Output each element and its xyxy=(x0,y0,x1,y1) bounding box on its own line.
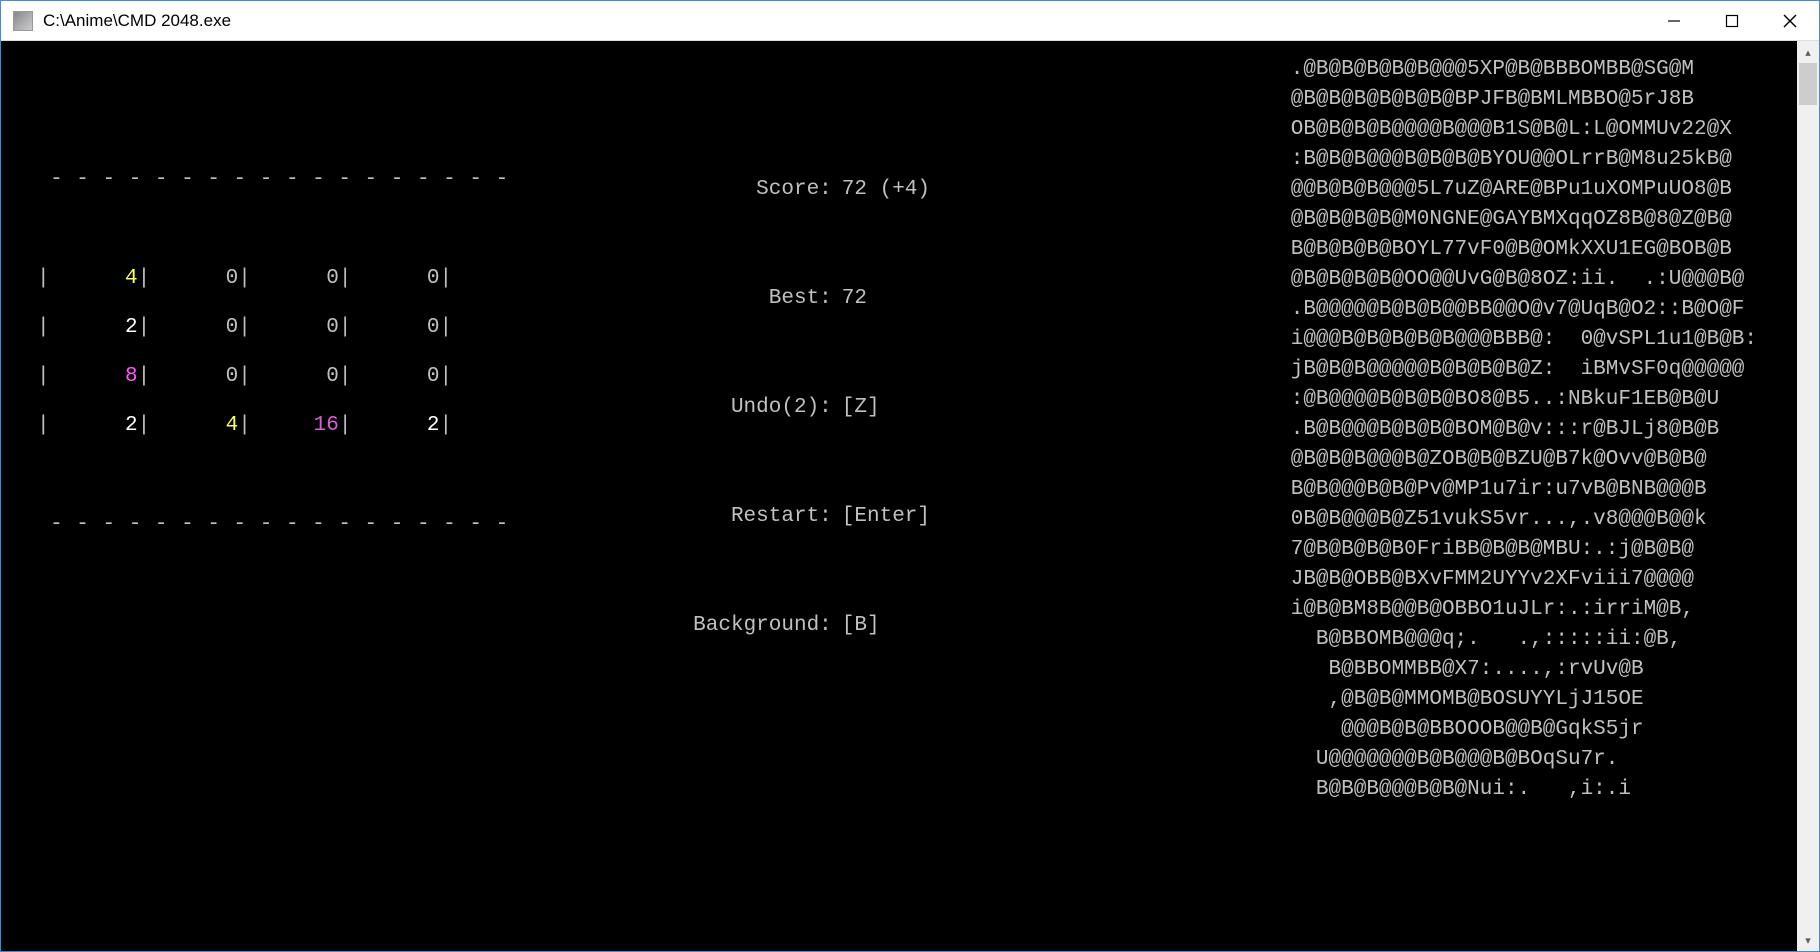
board-row: |4|0|0|0| xyxy=(37,264,522,294)
restart-label: Restart: xyxy=(672,502,832,532)
tile-0: 0 xyxy=(150,264,238,294)
tile-0: 0 xyxy=(251,264,339,294)
scroll-thumb[interactable] xyxy=(1799,63,1817,105)
app-window: C:\Anime\CMD 2048.exe - - - - - - - - - … xyxy=(0,0,1820,952)
undo-line: Undo(2): [Z] xyxy=(672,393,930,423)
tile-0: 0 xyxy=(351,362,439,392)
best-value: 72 xyxy=(842,284,867,314)
tile-4: 4 xyxy=(50,264,138,294)
board-separator: - - - - - - - - - - - - - - - - - - xyxy=(37,510,522,540)
tile-4: 4 xyxy=(150,411,238,441)
scroll-up-arrow[interactable]: ▴ xyxy=(1797,41,1819,63)
tile-8: 8 xyxy=(50,362,138,392)
restart-line: Restart: [Enter] xyxy=(672,502,930,532)
scroll-down-arrow[interactable]: ▾ xyxy=(1797,929,1819,951)
tile-0: 0 xyxy=(351,264,439,294)
board-row: |8|0|0|0| xyxy=(37,362,522,392)
tile-0: 0 xyxy=(150,313,238,343)
undo-key: [Z] xyxy=(842,393,880,423)
tile-2: 2 xyxy=(50,313,138,343)
tile-2: 2 xyxy=(351,411,439,441)
board-separator: - - - - - - - - - - - - - - - - - - xyxy=(37,165,522,195)
info-panel: Score: 72 (+4) Best: 72 Undo(2): [Z] Res… xyxy=(672,115,930,720)
window-title: C:\Anime\CMD 2048.exe xyxy=(43,11,1645,31)
minimize-button[interactable] xyxy=(1645,1,1703,40)
tile-0: 0 xyxy=(251,362,339,392)
tile-0: 0 xyxy=(150,362,238,392)
background-line: Background: [B] xyxy=(672,611,930,641)
score-label: Score: xyxy=(672,175,832,205)
board-row: |2|4|16|2| xyxy=(37,411,522,441)
titlebar: C:\Anime\CMD 2048.exe xyxy=(1,1,1819,41)
best-label: Best: xyxy=(672,284,832,314)
app-icon xyxy=(13,11,33,31)
vertical-scrollbar[interactable]: ▴ ▾ xyxy=(1797,41,1819,951)
best-line: Best: 72 xyxy=(672,284,930,314)
background-label: Background: xyxy=(672,611,832,641)
ascii-art: .@B@B@B@B@B@@@5XP@B@BBBOMBB@SG@M @B@B@B@… xyxy=(1291,55,1757,805)
tile-2: 2 xyxy=(50,411,138,441)
undo-label: Undo(2): xyxy=(672,393,832,423)
window-controls xyxy=(1645,1,1819,40)
board-row: |2|0|0|0| xyxy=(37,313,522,343)
score-value: 72 (+4) xyxy=(842,175,930,205)
game-board: - - - - - - - - - - - - - - - - - - |4|0… xyxy=(37,115,522,720)
restart-key: [Enter] xyxy=(842,502,930,532)
tile-16: 16 xyxy=(251,411,339,441)
console-output[interactable]: - - - - - - - - - - - - - - - - - - |4|0… xyxy=(1,41,1797,951)
scroll-track[interactable] xyxy=(1797,63,1819,929)
background-key: [B] xyxy=(842,611,880,641)
maximize-button[interactable] xyxy=(1703,1,1761,40)
close-button[interactable] xyxy=(1761,1,1819,40)
client-area: - - - - - - - - - - - - - - - - - - |4|0… xyxy=(1,41,1819,951)
tile-0: 0 xyxy=(351,313,439,343)
tile-0: 0 xyxy=(251,313,339,343)
score-line: Score: 72 (+4) xyxy=(672,175,930,205)
